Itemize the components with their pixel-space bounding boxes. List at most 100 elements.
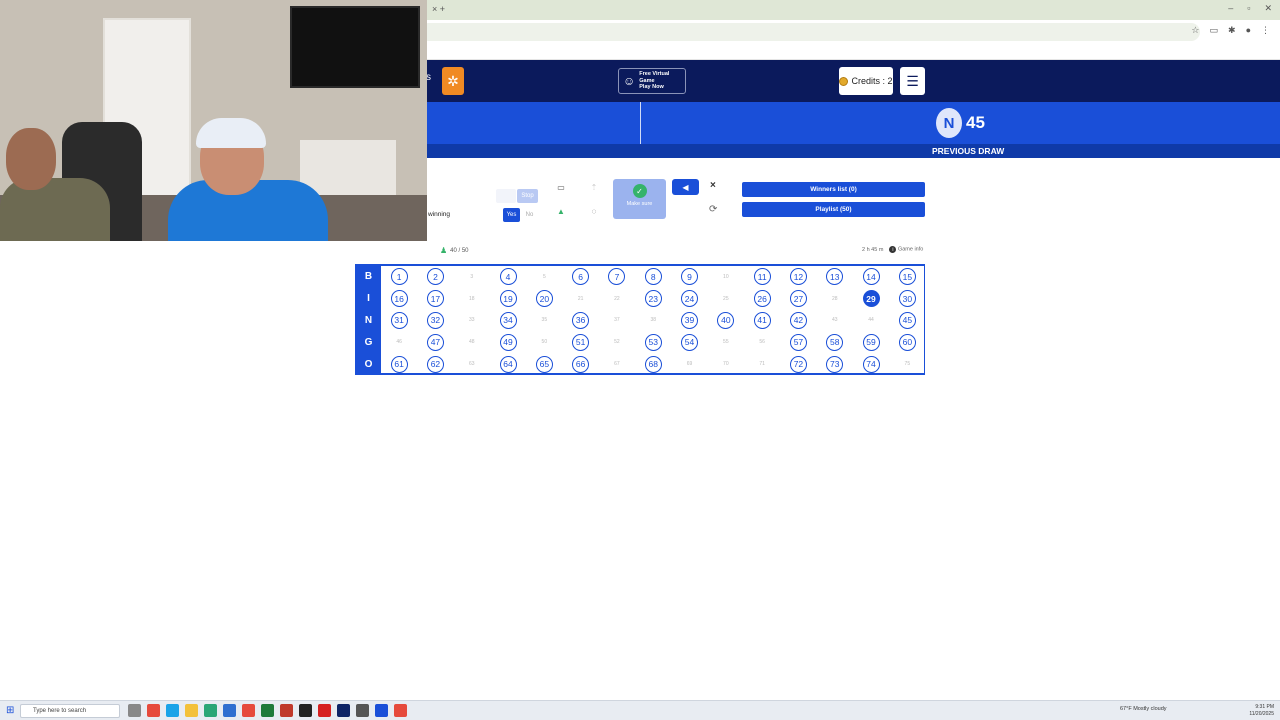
bingo-ball-21: 21 bbox=[577, 295, 584, 302]
menu-button[interactable]: ☰ bbox=[900, 67, 925, 95]
previous-draw-label-bar: PREVIOUS DRAW bbox=[426, 144, 1280, 158]
youtube-icon[interactable] bbox=[318, 704, 331, 717]
tab-controls[interactable]: × + bbox=[432, 4, 445, 14]
bingo-ball-15: 15 bbox=[898, 268, 916, 286]
bingo-ball-20: 20 bbox=[535, 290, 553, 308]
bingo-ball-22: 22 bbox=[614, 295, 620, 302]
app-icon-1[interactable] bbox=[147, 704, 160, 717]
board-cell: 48 bbox=[454, 331, 490, 353]
board-cell: 5 bbox=[526, 266, 562, 288]
winners-list-button[interactable]: Winners list (0) bbox=[742, 182, 925, 197]
board-cell: 12 bbox=[780, 266, 816, 288]
app-icon-8[interactable] bbox=[375, 704, 388, 717]
bingo-ball-12: 12 bbox=[789, 268, 807, 286]
bingo-ball-14: 14 bbox=[862, 268, 880, 286]
bingo-ball-26: 26 bbox=[753, 290, 771, 308]
bingo-ball-45: 45 bbox=[898, 311, 916, 329]
app-icon-3[interactable] bbox=[223, 704, 236, 717]
chat-icon[interactable]: ◌ bbox=[585, 203, 603, 219]
board-cell: 72 bbox=[780, 353, 816, 375]
shield-check-icon: ✓ bbox=[632, 184, 647, 198]
yes-button[interactable]: Yes bbox=[503, 208, 520, 222]
pin-icon[interactable]: ⇡ bbox=[585, 179, 603, 195]
board-cell: 43 bbox=[817, 310, 853, 332]
bingo-ball-71: 71 bbox=[759, 361, 765, 368]
edge-icon[interactable] bbox=[166, 704, 179, 717]
board-cell: 4 bbox=[490, 266, 526, 288]
excel-icon[interactable] bbox=[261, 704, 274, 717]
board-cell: 69 bbox=[671, 353, 707, 375]
webcam-person-right-cap bbox=[196, 118, 266, 148]
url-field[interactable] bbox=[420, 23, 1200, 41]
board-cell: 7 bbox=[599, 266, 635, 288]
board-cell: 70 bbox=[708, 353, 744, 375]
previous-draw-number: 45 bbox=[966, 113, 985, 132]
profile-icon[interactable]: ● bbox=[1246, 25, 1251, 36]
ferris-wheel-button[interactable]: ✲ bbox=[442, 67, 464, 95]
star-icon[interactable]: ☆ bbox=[1191, 25, 1199, 36]
chrome-icon[interactable] bbox=[242, 704, 255, 717]
board-cell: 27 bbox=[780, 288, 816, 310]
cast-icon[interactable]: ▭ bbox=[1210, 25, 1219, 36]
board-cell: 41 bbox=[744, 310, 780, 332]
weather-label[interactable]: 67°F Mostly cloudy bbox=[1120, 706, 1167, 712]
app-icon-9[interactable] bbox=[394, 704, 407, 717]
board-cell: 30 bbox=[889, 288, 925, 310]
bingo-ball-67: 67 bbox=[614, 361, 620, 368]
bingo-ball-50: 50 bbox=[541, 339, 548, 346]
taskbar-clock[interactable]: 9:31 PM 11/20/2025 bbox=[1249, 704, 1274, 717]
webcam-person-left-body bbox=[0, 178, 110, 241]
bingo-ball-42: 42 bbox=[789, 311, 807, 329]
bingo-ball-64: 64 bbox=[499, 355, 517, 373]
app-icon-6[interactable] bbox=[337, 704, 350, 717]
board-cell: 17 bbox=[417, 288, 453, 310]
taskbar-search[interactable]: Type here to search bbox=[20, 704, 120, 718]
stop-button[interactable]: Stop bbox=[517, 189, 538, 203]
kebab-menu-icon[interactable]: ⋮ bbox=[1261, 25, 1270, 36]
monitor-icon[interactable]: ▭ bbox=[552, 179, 570, 195]
game-meta: 2 h 45 m i Game info bbox=[862, 246, 923, 253]
close-button[interactable]: × bbox=[710, 180, 716, 191]
bingo-ball-29: 29 bbox=[862, 290, 880, 308]
board-cell: 74 bbox=[853, 353, 889, 375]
no-button[interactable]: No bbox=[521, 208, 538, 222]
board-cell: 20 bbox=[526, 288, 562, 310]
bingo-ball-9: 9 bbox=[681, 268, 699, 286]
minimize-button[interactable]: – bbox=[1228, 3, 1233, 14]
sound-button[interactable]: ◀ bbox=[672, 179, 699, 195]
bingo-ball-7: 7 bbox=[608, 268, 626, 286]
app-icon-2[interactable] bbox=[204, 704, 217, 717]
app-icon-4[interactable] bbox=[280, 704, 293, 717]
bingo-ball-53: 53 bbox=[644, 333, 662, 351]
board-cell: 40 bbox=[708, 310, 744, 332]
bingo-ball-24: 24 bbox=[681, 290, 699, 308]
game-info-link[interactable]: i Game info bbox=[889, 246, 923, 253]
board-cell: 36 bbox=[563, 310, 599, 332]
bingo-ball-11: 11 bbox=[753, 268, 771, 286]
bingo-ball-49: 49 bbox=[499, 333, 517, 351]
board-cell: 8 bbox=[635, 266, 671, 288]
task-view-icon[interactable] bbox=[128, 704, 141, 717]
free-virtual-game-button[interactable]: ☺ Free Virtual Game Play Now bbox=[618, 68, 686, 94]
app-icon-5[interactable] bbox=[299, 704, 312, 717]
app-icon-7[interactable] bbox=[356, 704, 369, 717]
close-window-button[interactable]: ✕ bbox=[1264, 3, 1272, 14]
refresh-icon[interactable]: ⟳ bbox=[709, 204, 717, 215]
bingo-ball-59: 59 bbox=[862, 333, 880, 351]
credits-badge[interactable]: Credits : 2 bbox=[839, 67, 893, 95]
lock-icon[interactable]: ▲ bbox=[552, 203, 570, 219]
bingo-ball-31: 31 bbox=[390, 311, 408, 329]
playlist-button[interactable]: Playlist (50) bbox=[742, 202, 925, 217]
file-explorer-icon[interactable] bbox=[185, 704, 198, 717]
board-cell: 56 bbox=[744, 331, 780, 353]
maximize-button[interactable]: ▫ bbox=[1247, 3, 1250, 14]
bingo-ball-13: 13 bbox=[826, 268, 844, 286]
make-sure-button[interactable]: ✓ Make sure bbox=[613, 179, 666, 219]
board-cell: 13 bbox=[817, 266, 853, 288]
bingo-ball-33: 33 bbox=[468, 317, 475, 324]
faint-button[interactable] bbox=[496, 189, 516, 203]
bingo-ball-46: 46 bbox=[396, 339, 402, 346]
board-cell: 51 bbox=[563, 331, 599, 353]
windows-start-icon[interactable]: ⊞ bbox=[6, 705, 14, 716]
extension-icon[interactable]: ✱ bbox=[1228, 25, 1236, 36]
